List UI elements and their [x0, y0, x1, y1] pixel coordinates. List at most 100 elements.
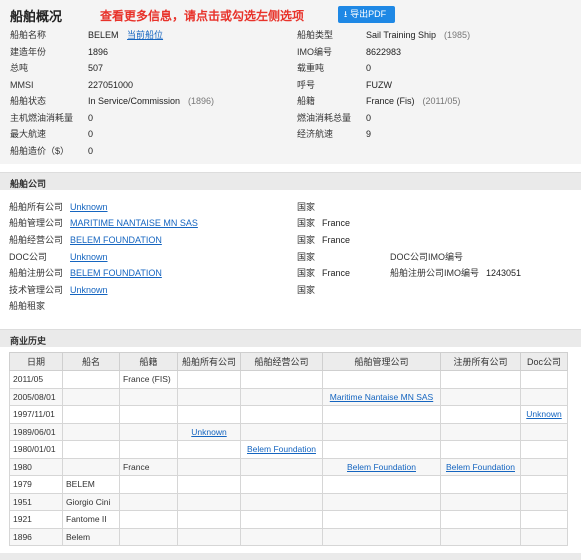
- company-link[interactable]: Maritime Nantaise MN SAS: [330, 392, 433, 402]
- company-link[interactable]: Belem Foundation: [446, 462, 515, 472]
- table-cell: [119, 492, 178, 511]
- company-country-label: 国家: [297, 202, 316, 212]
- table-cell: Unknown: [520, 405, 568, 424]
- mmsi-value: 227051000: [88, 80, 134, 90]
- table-cell: [177, 370, 241, 389]
- table-cell: [177, 475, 241, 494]
- company-country-value: France: [322, 268, 351, 278]
- table-cell: [440, 370, 521, 389]
- table-cell: 1896: [9, 527, 63, 546]
- column-header: 注册所有公司: [440, 352, 521, 371]
- table-cell: [520, 387, 568, 406]
- ship-name-label: 船舶名称: [10, 30, 47, 40]
- company-name-link[interactable]: BELEM FOUNDATION: [70, 267, 162, 279]
- column-header: Doc公司: [520, 352, 568, 371]
- flag-date: (2011/05): [422, 96, 461, 106]
- main-fuel-value: 0: [88, 113, 94, 123]
- table-cell: [240, 475, 323, 494]
- table-cell: [520, 457, 568, 476]
- table-cell: [177, 405, 241, 424]
- company-link[interactable]: Unknown: [526, 409, 561, 419]
- company-name-link[interactable]: Unknown: [70, 201, 108, 213]
- table-cell: [177, 440, 241, 459]
- callsign-label: 呼号: [297, 80, 316, 90]
- table-cell: [520, 370, 568, 389]
- gross-tonnage-value: 507: [88, 63, 104, 73]
- deadweight-value: 0: [366, 63, 372, 73]
- table-row: 1951 Giorgio Cini: [9, 492, 568, 511]
- eco-speed-label: 经济航速: [297, 129, 334, 139]
- download-icon: ⭳: [344, 9, 348, 19]
- company-role-label: 船舶管理公司: [9, 218, 64, 228]
- registered-owner-imo-label: 船舶注册公司IMO编号: [390, 268, 479, 278]
- table-cell: [322, 422, 441, 441]
- column-header: 船舶所有公司: [177, 352, 241, 371]
- table-cell: 2005/08/01: [9, 387, 63, 406]
- company-role-label: 船舶注册公司: [9, 268, 64, 278]
- table-cell: [520, 422, 568, 441]
- company-country-label: 国家: [297, 218, 316, 228]
- table-cell: [119, 440, 178, 459]
- table-row: 1980 France Belem Foundation Belem Foundati…: [9, 457, 568, 476]
- company-country-label: 国家: [297, 285, 316, 295]
- table-cell: [62, 440, 120, 459]
- export-pdf-button[interactable]: ⭳ 导出PDF: [338, 6, 395, 23]
- doc-imo-label: DOC公司IMO编号: [390, 252, 463, 262]
- history-section-title: 商业历史: [10, 336, 47, 346]
- table-cell: 1951: [9, 492, 63, 511]
- table-cell: [322, 510, 441, 529]
- table-row: 2011/05 France (FIS): [9, 370, 568, 389]
- table-cell: [520, 510, 568, 529]
- table-cell: [62, 405, 120, 424]
- column-header: 船名: [62, 352, 120, 371]
- gross-tonnage-label: 总吨: [10, 63, 29, 73]
- table-cell: [322, 440, 441, 459]
- current-position-link[interactable]: 当前船位: [127, 30, 163, 40]
- table-cell: [440, 440, 521, 459]
- table-cell: [177, 527, 241, 546]
- table-row: 1921 Fantome II: [9, 510, 568, 529]
- column-header: 日期: [9, 352, 63, 371]
- deadweight-label: 载重吨: [297, 63, 325, 73]
- table-cell: Giorgio Cini: [62, 492, 120, 511]
- table-cell: [177, 492, 241, 511]
- table-cell: [119, 510, 178, 529]
- flag-label: 船籍: [297, 96, 316, 106]
- table-row: 1979 BELEM: [9, 475, 568, 494]
- table-cell: [119, 387, 178, 406]
- company-link[interactable]: Belem Foundation: [247, 444, 316, 454]
- max-speed-value: 0: [88, 129, 94, 139]
- table-cell: [119, 527, 178, 546]
- built-year-value: 1896: [88, 47, 109, 57]
- ship-status-value: In Service/Commission: [88, 96, 181, 106]
- table-cell: 1989/06/01: [9, 422, 63, 441]
- table-cell: Maritime Nantaise MN SAS: [322, 387, 441, 406]
- company-name-link[interactable]: Unknown: [70, 251, 108, 263]
- imo-value: 8622983: [366, 47, 402, 57]
- company-link[interactable]: Unknown: [191, 427, 226, 437]
- company-country-label: 国家: [297, 268, 316, 278]
- table-cell: [62, 370, 120, 389]
- table-cell: [62, 387, 120, 406]
- table-cell: [440, 387, 521, 406]
- company-name-link[interactable]: MARITIME NANTAISE MN SAS: [70, 217, 198, 229]
- table-row: 1980/01/01 Belem Foundation: [9, 440, 568, 459]
- info-notice: 查看更多信息，请点击或勾选左侧选项: [100, 9, 305, 23]
- main-fuel-label: 主机燃油消耗量: [10, 113, 74, 123]
- table-cell: [240, 457, 323, 476]
- company-link[interactable]: Belem Foundation: [347, 462, 416, 472]
- table-cell: [520, 492, 568, 511]
- ship-type-value: Sail Training Ship: [366, 30, 437, 40]
- table-row: 1997/11/01 Unknown: [9, 405, 568, 424]
- table-cell: 1980: [9, 457, 63, 476]
- table-cell: [177, 387, 241, 406]
- company-name-link[interactable]: BELEM FOUNDATION: [70, 234, 162, 246]
- table-row: 1896 Belem: [9, 527, 568, 546]
- company-country-label: 国家: [297, 235, 316, 245]
- eco-speed-value: 9: [366, 129, 372, 139]
- company-name-link[interactable]: Unknown: [70, 284, 108, 296]
- ship-status-label: 船舶状态: [10, 96, 47, 106]
- table-cell: Belem: [62, 527, 120, 546]
- table-cell: [440, 422, 521, 441]
- table-cell: [240, 510, 323, 529]
